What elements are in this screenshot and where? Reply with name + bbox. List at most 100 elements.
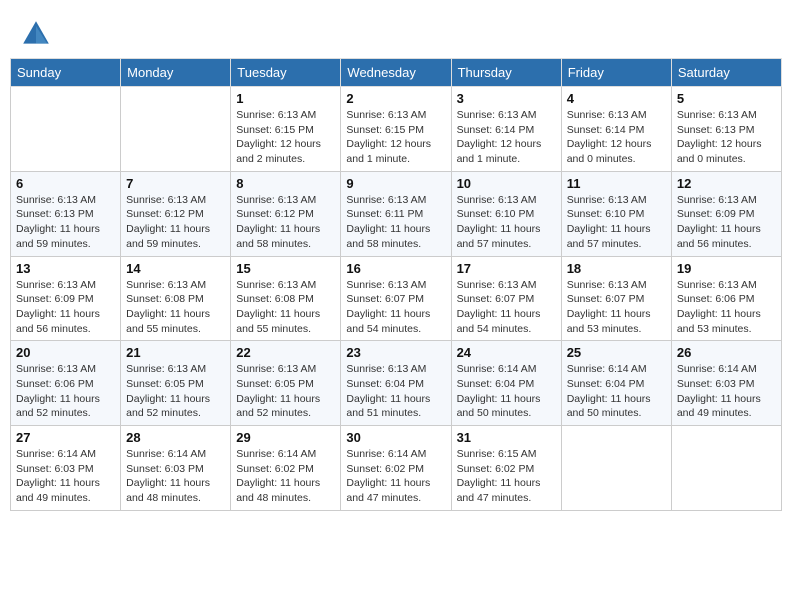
calendar-cell — [11, 87, 121, 172]
weekday-header-friday: Friday — [561, 59, 671, 87]
day-info: Sunrise: 6:13 AM Sunset: 6:09 PM Dayligh… — [677, 193, 776, 252]
calendar-week-row: 27 Sunrise: 6:14 AM Sunset: 6:03 PM Dayli… — [11, 426, 782, 511]
day-info: Sunrise: 6:13 AM Sunset: 6:14 PM Dayligh… — [457, 108, 556, 167]
page-header — [10, 10, 782, 50]
day-info: Sunrise: 6:13 AM Sunset: 6:05 PM Dayligh… — [236, 362, 335, 421]
day-number: 11 — [567, 176, 666, 191]
day-number: 8 — [236, 176, 335, 191]
day-info: Sunrise: 6:13 AM Sunset: 6:04 PM Dayligh… — [346, 362, 445, 421]
day-info: Sunrise: 6:13 AM Sunset: 6:06 PM Dayligh… — [677, 278, 776, 337]
calendar-cell: 24Sunrise: 6:14 AM Sunset: 6:04 PM Dayli… — [451, 341, 561, 426]
day-info: Sunrise: 6:13 AM Sunset: 6:15 PM Dayligh… — [346, 108, 445, 167]
weekday-header-thursday: Thursday — [451, 59, 561, 87]
day-number: 18 — [567, 261, 666, 276]
day-number: 14 — [126, 261, 225, 276]
logo — [20, 18, 54, 50]
calendar-week-row: 6 Sunrise: 6:13 AM Sunset: 6:13 PM Daylig… — [11, 171, 782, 256]
calendar-cell: 6 Sunrise: 6:13 AM Sunset: 6:13 PM Daylig… — [11, 171, 121, 256]
day-number: 6 — [16, 176, 115, 191]
day-info: Sunrise: 6:13 AM Sunset: 6:12 PM Dayligh… — [126, 193, 225, 252]
calendar-cell: 11Sunrise: 6:13 AM Sunset: 6:10 PM Dayli… — [561, 171, 671, 256]
day-number: 26 — [677, 345, 776, 360]
day-info: Sunrise: 6:13 AM Sunset: 6:08 PM Dayligh… — [236, 278, 335, 337]
day-info: Sunrise: 6:14 AM Sunset: 6:04 PM Dayligh… — [567, 362, 666, 421]
calendar-week-row: 20Sunrise: 6:13 AM Sunset: 6:06 PM Dayli… — [11, 341, 782, 426]
calendar-cell: 14Sunrise: 6:13 AM Sunset: 6:08 PM Dayli… — [121, 256, 231, 341]
day-number: 5 — [677, 91, 776, 106]
calendar-cell: 26Sunrise: 6:14 AM Sunset: 6:03 PM Dayli… — [671, 341, 781, 426]
calendar-cell: 1 Sunrise: 6:13 AM Sunset: 6:15 PM Daylig… — [231, 87, 341, 172]
day-info: Sunrise: 6:14 AM Sunset: 6:03 PM Dayligh… — [16, 447, 115, 506]
calendar-cell: 22Sunrise: 6:13 AM Sunset: 6:05 PM Dayli… — [231, 341, 341, 426]
calendar-cell: 9Sunrise: 6:13 AM Sunset: 6:11 PM Daylig… — [341, 171, 451, 256]
calendar-cell: 2 Sunrise: 6:13 AM Sunset: 6:15 PM Daylig… — [341, 87, 451, 172]
day-number: 10 — [457, 176, 556, 191]
weekday-header-wednesday: Wednesday — [341, 59, 451, 87]
day-number: 9 — [346, 176, 445, 191]
day-info: Sunrise: 6:13 AM Sunset: 6:10 PM Dayligh… — [457, 193, 556, 252]
weekday-header-saturday: Saturday — [671, 59, 781, 87]
weekday-header-row: SundayMondayTuesdayWednesdayThursdayFrid… — [11, 59, 782, 87]
calendar-cell: 16 Sunrise: 6:13 AM Sunset: 6:07 PM Dayli… — [341, 256, 451, 341]
day-info: Sunrise: 6:13 AM Sunset: 6:15 PM Dayligh… — [236, 108, 335, 167]
day-number: 29 — [236, 430, 335, 445]
day-number: 2 — [346, 91, 445, 106]
calendar-cell: 20Sunrise: 6:13 AM Sunset: 6:06 PM Dayli… — [11, 341, 121, 426]
day-info: Sunrise: 6:13 AM Sunset: 6:09 PM Dayligh… — [16, 278, 115, 337]
calendar-cell: 12Sunrise: 6:13 AM Sunset: 6:09 PM Dayli… — [671, 171, 781, 256]
day-number: 7 — [126, 176, 225, 191]
calendar-cell: 7 Sunrise: 6:13 AM Sunset: 6:12 PM Daylig… — [121, 171, 231, 256]
logo-icon — [20, 18, 52, 50]
calendar-cell — [121, 87, 231, 172]
calendar-cell — [671, 426, 781, 511]
day-info: Sunrise: 6:13 AM Sunset: 6:07 PM Dayligh… — [346, 278, 445, 337]
calendar-week-row: 13 Sunrise: 6:13 AM Sunset: 6:09 PM Dayli… — [11, 256, 782, 341]
calendar-cell: 10 Sunrise: 6:13 AM Sunset: 6:10 PM Dayli… — [451, 171, 561, 256]
day-number: 25 — [567, 345, 666, 360]
day-number: 21 — [126, 345, 225, 360]
day-number: 15 — [236, 261, 335, 276]
calendar-cell: 17Sunrise: 6:13 AM Sunset: 6:07 PM Dayli… — [451, 256, 561, 341]
calendar-cell: 13 Sunrise: 6:13 AM Sunset: 6:09 PM Dayli… — [11, 256, 121, 341]
day-info: Sunrise: 6:13 AM Sunset: 6:13 PM Dayligh… — [16, 193, 115, 252]
weekday-header-tuesday: Tuesday — [231, 59, 341, 87]
calendar-cell: 21 Sunrise: 6:13 AM Sunset: 6:05 PM Dayli… — [121, 341, 231, 426]
day-number: 16 — [346, 261, 445, 276]
day-number: 17 — [457, 261, 556, 276]
day-info: Sunrise: 6:13 AM Sunset: 6:14 PM Dayligh… — [567, 108, 666, 167]
day-number: 1 — [236, 91, 335, 106]
calendar-cell: 30 Sunrise: 6:14 AM Sunset: 6:02 PM Dayli… — [341, 426, 451, 511]
calendar-cell: 5 Sunrise: 6:13 AM Sunset: 6:13 PM Daylig… — [671, 87, 781, 172]
day-info: Sunrise: 6:13 AM Sunset: 6:07 PM Dayligh… — [567, 278, 666, 337]
weekday-header-monday: Monday — [121, 59, 231, 87]
day-number: 23 — [346, 345, 445, 360]
day-info: Sunrise: 6:14 AM Sunset: 6:03 PM Dayligh… — [126, 447, 225, 506]
day-number: 31 — [457, 430, 556, 445]
day-info: Sunrise: 6:14 AM Sunset: 6:02 PM Dayligh… — [236, 447, 335, 506]
calendar-week-row: 1 Sunrise: 6:13 AM Sunset: 6:15 PM Daylig… — [11, 87, 782, 172]
calendar-cell: 3 Sunrise: 6:13 AM Sunset: 6:14 PM Daylig… — [451, 87, 561, 172]
day-info: Sunrise: 6:13 AM Sunset: 6:12 PM Dayligh… — [236, 193, 335, 252]
weekday-header-sunday: Sunday — [11, 59, 121, 87]
day-number: 3 — [457, 91, 556, 106]
calendar-cell: 18 Sunrise: 6:13 AM Sunset: 6:07 PM Dayli… — [561, 256, 671, 341]
calendar-cell — [561, 426, 671, 511]
calendar-cell: 15 Sunrise: 6:13 AM Sunset: 6:08 PM Dayli… — [231, 256, 341, 341]
day-info: Sunrise: 6:13 AM Sunset: 6:05 PM Dayligh… — [126, 362, 225, 421]
calendar-cell: 19Sunrise: 6:13 AM Sunset: 6:06 PM Dayli… — [671, 256, 781, 341]
day-number: 24 — [457, 345, 556, 360]
calendar-cell: 31Sunrise: 6:15 AM Sunset: 6:02 PM Dayli… — [451, 426, 561, 511]
calendar-cell: 25 Sunrise: 6:14 AM Sunset: 6:04 PM Dayli… — [561, 341, 671, 426]
day-number: 13 — [16, 261, 115, 276]
day-number: 27 — [16, 430, 115, 445]
day-info: Sunrise: 6:13 AM Sunset: 6:13 PM Dayligh… — [677, 108, 776, 167]
day-info: Sunrise: 6:13 AM Sunset: 6:06 PM Dayligh… — [16, 362, 115, 421]
calendar-cell: 8 Sunrise: 6:13 AM Sunset: 6:12 PM Daylig… — [231, 171, 341, 256]
calendar-cell: 28 Sunrise: 6:14 AM Sunset: 6:03 PM Dayli… — [121, 426, 231, 511]
calendar-cell: 29 Sunrise: 6:14 AM Sunset: 6:02 PM Dayli… — [231, 426, 341, 511]
day-number: 30 — [346, 430, 445, 445]
day-number: 4 — [567, 91, 666, 106]
calendar-cell: 23 Sunrise: 6:13 AM Sunset: 6:04 PM Dayli… — [341, 341, 451, 426]
day-number: 28 — [126, 430, 225, 445]
day-info: Sunrise: 6:14 AM Sunset: 6:02 PM Dayligh… — [346, 447, 445, 506]
